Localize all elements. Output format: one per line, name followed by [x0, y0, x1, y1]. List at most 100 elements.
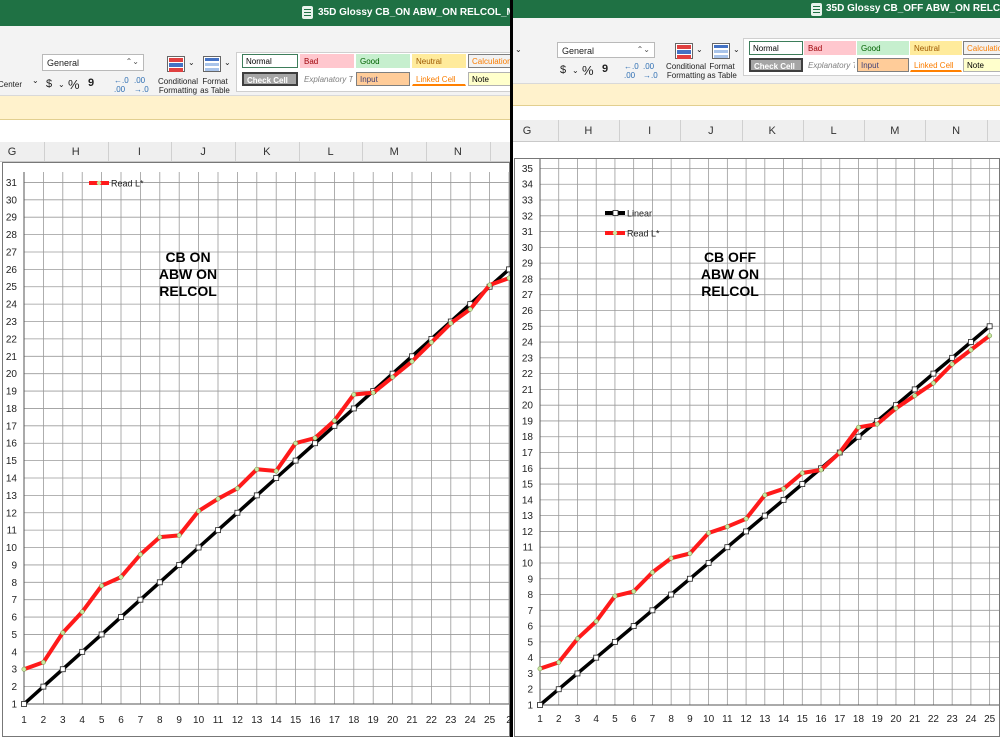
column-header-k[interactable]: K	[762, 125, 782, 137]
merge-center-button[interactable]: Center	[0, 80, 22, 89]
column-separator[interactable]	[298, 142, 300, 161]
column-header-m[interactable]: M	[885, 125, 905, 137]
column-separator[interactable]	[107, 142, 109, 161]
column-separator[interactable]	[802, 120, 804, 141]
chevron-down-icon[interactable]: ⌄	[58, 80, 65, 89]
format-as-table-icon[interactable]	[203, 56, 221, 72]
percent-button[interactable]: %	[582, 63, 594, 78]
chart-area[interactable]: 1 2 3 4 5 6 7 8 9 10 11 12 13 14 15 16 17 18 19 20 21 22 23 24 2…	[2, 162, 510, 737]
style-good[interactable]: Good	[356, 54, 410, 68]
format-as-table-label[interactable]: Format as Table	[705, 62, 739, 80]
style-input[interactable]: Input	[857, 58, 909, 72]
column-header-n[interactable]: N	[946, 125, 966, 137]
column-header-k[interactable]: K	[257, 146, 277, 158]
column-header-g[interactable]: G	[517, 125, 537, 137]
style-input[interactable]: Input	[356, 72, 410, 86]
chevron-down-icon[interactable]: ⌄	[696, 45, 703, 54]
column-header-h[interactable]: H	[66, 146, 86, 158]
column-header-j[interactable]: J	[701, 125, 721, 137]
style-normal[interactable]: Normal	[749, 41, 803, 55]
column-header-i[interactable]: I	[640, 125, 660, 137]
column-separator[interactable]	[171, 142, 173, 161]
column-separator[interactable]	[680, 120, 682, 141]
x-tick-label: 23	[947, 714, 959, 725]
column-header-l[interactable]: L	[824, 125, 844, 137]
style-check-cell[interactable]: Check Cell	[242, 72, 298, 86]
column-header-n[interactable]: N	[448, 146, 468, 158]
style-linked-cell[interactable]: Linked Cell	[910, 58, 962, 72]
x-tick-label: 6	[118, 715, 124, 726]
column-separator[interactable]	[864, 120, 866, 141]
chevron-down-icon[interactable]: ⌄	[733, 45, 740, 54]
column-header-i[interactable]: I	[129, 146, 149, 158]
conditional-formatting-label[interactable]: Conditional Formatting	[663, 62, 709, 80]
data-point-read-l	[856, 424, 861, 430]
y-tick-label: 20	[6, 369, 18, 380]
y-tick-label: 27	[6, 247, 18, 258]
format-as-table-icon[interactable]	[712, 43, 730, 59]
style-bad[interactable]: Bad	[804, 41, 856, 55]
chevron-down-icon: ⌃⌄	[125, 57, 139, 66]
column-separator[interactable]	[618, 120, 620, 141]
comma-style-button[interactable]: 9	[602, 63, 608, 75]
style-note[interactable]: Note	[963, 58, 1000, 72]
column-separator[interactable]	[741, 120, 743, 141]
style-bad[interactable]: Bad	[300, 54, 354, 68]
increase-decimal-icon[interactable]: ←.0.00	[114, 76, 129, 94]
number-format-select[interactable]: General ⌃⌄	[42, 54, 144, 71]
column-header-g[interactable]: G	[2, 146, 22, 158]
decrease-decimal-icon[interactable]: .00 →.0	[643, 62, 658, 80]
conditional-formatting-label[interactable]: Conditional Formatting	[155, 77, 201, 95]
conditional-formatting-icon[interactable]	[167, 56, 185, 72]
style-normal[interactable]: Normal	[242, 54, 298, 68]
column-separator[interactable]	[925, 120, 927, 141]
data-point-linear	[79, 648, 86, 655]
column-header-l[interactable]: L	[321, 146, 341, 158]
chevron-down-icon[interactable]: ⌄	[32, 76, 39, 85]
data-point-linear	[780, 496, 787, 503]
y-tick-label: 16	[522, 464, 534, 475]
format-as-table-label[interactable]: Format as Table	[198, 77, 232, 95]
chevron-down-icon[interactable]: ⌄	[224, 58, 231, 67]
style-calculation[interactable]: Calculation	[468, 54, 510, 68]
x-tick-label: 2	[506, 715, 510, 726]
column-separator[interactable]	[489, 142, 491, 161]
column-separator[interactable]	[986, 120, 988, 141]
currency-button[interactable]: $	[46, 78, 52, 90]
column-separator[interactable]	[362, 142, 364, 161]
comma-style-button[interactable]: 9	[88, 77, 94, 89]
x-tick-label: 8	[668, 714, 674, 725]
data-point-read-l	[351, 392, 357, 397]
chart-area[interactable]: 1 2 3 4 5 6 7 8 9 10 11 12 13 14 15 16 17 18 19 20 21 22 23 24 2…	[514, 158, 1000, 737]
conditional-formatting-icon[interactable]	[675, 43, 693, 59]
x-tick-label: 4	[79, 715, 85, 726]
column-separator[interactable]	[557, 120, 559, 141]
style-linked-cell[interactable]: Linked Cell	[412, 72, 466, 86]
chevron-down-icon[interactable]: ⌄	[572, 66, 579, 75]
style-good[interactable]: Good	[857, 41, 909, 55]
column-header-h[interactable]: H	[578, 125, 598, 137]
spreadsheet-cells[interactable]	[513, 142, 1000, 158]
y-tick-label: 3	[527, 669, 533, 680]
increase-decimal-icon[interactable]: ←.0.00	[624, 62, 639, 80]
column-header-j[interactable]: J	[193, 146, 213, 158]
decrease-decimal-icon[interactable]: .00 →.0	[134, 76, 149, 94]
column-separator[interactable]	[43, 142, 45, 161]
style-neutral[interactable]: Neutral	[412, 54, 466, 68]
percent-button[interactable]: %	[68, 77, 80, 92]
style-check-cell[interactable]: Check Cell	[749, 58, 803, 72]
style-calculation[interactable]: Calculation	[963, 41, 1000, 55]
currency-button[interactable]: $	[560, 64, 566, 76]
chevron-down-icon[interactable]: ⌄	[188, 58, 195, 67]
legend-entry: Read L*	[627, 229, 660, 239]
style-explanatory[interactable]: Explanatory T...	[300, 72, 354, 86]
style-neutral[interactable]: Neutral	[910, 41, 962, 55]
column-separator[interactable]	[234, 142, 236, 161]
chevron-down-icon[interactable]: ⌄	[515, 45, 522, 54]
column-header-m[interactable]: M	[384, 146, 404, 158]
style-note[interactable]: Note	[468, 72, 510, 86]
data-point-read-l	[575, 636, 580, 642]
style-explanatory[interactable]: Explanatory T...	[804, 58, 856, 72]
column-separator[interactable]	[426, 142, 428, 161]
number-format-select[interactable]: General ⌃⌄	[557, 42, 655, 58]
